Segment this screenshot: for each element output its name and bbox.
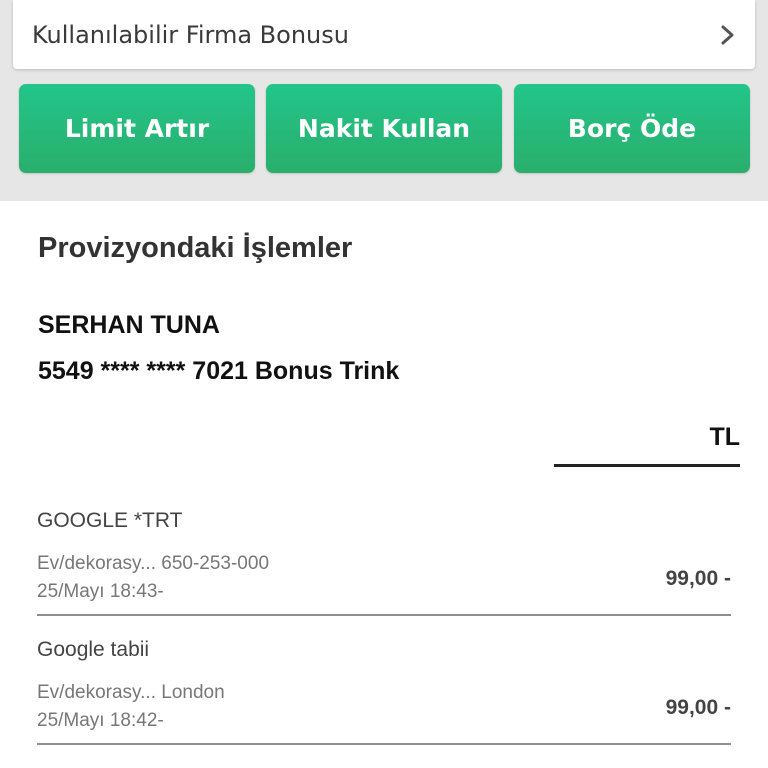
transaction-merchant: GOOGLE *TRT [37, 509, 183, 532]
use-cash-button[interactable]: Nakit Kullan [266, 84, 502, 173]
transaction-merchant: Google tabii [37, 638, 150, 661]
transaction-amount: 99,00 - [665, 567, 731, 590]
company-bonus-label: Kullanılabilir Firma Bonusu [32, 20, 349, 49]
pay-debt-button[interactable]: Borç Öde [514, 84, 750, 173]
transaction-detail: Ev/dekorasy... London [37, 682, 225, 703]
page-title: Provizyondaki İşlemler [38, 232, 353, 264]
transaction-date: 25/Mayı 18:42- [37, 710, 164, 731]
transaction-date: 25/Mayı 18:43- [37, 581, 164, 602]
transaction-detail: Ev/dekorasy... 650-253-000 [37, 553, 270, 574]
card-number: 5549 **** **** 7021 Bonus Trink [38, 357, 400, 385]
card-holder-name: SERHAN TUNA [38, 311, 220, 339]
currency-header-underline [554, 464, 740, 467]
currency-column-header: TL [709, 423, 740, 451]
increase-limit-button[interactable]: Limit Artır [19, 84, 255, 173]
chevron-right-icon [721, 25, 734, 44]
transaction-row[interactable]: Google tabii Ev/dekorasy... London 25/Ma… [37, 616, 731, 745]
transaction-amount: 99,00 - [665, 696, 731, 719]
company-bonus-row[interactable]: Kullanılabilir Firma Bonusu [13, 0, 755, 69]
transaction-row[interactable]: GOOGLE *TRT Ev/dekorasy... 650-253-000 2… [37, 487, 731, 616]
